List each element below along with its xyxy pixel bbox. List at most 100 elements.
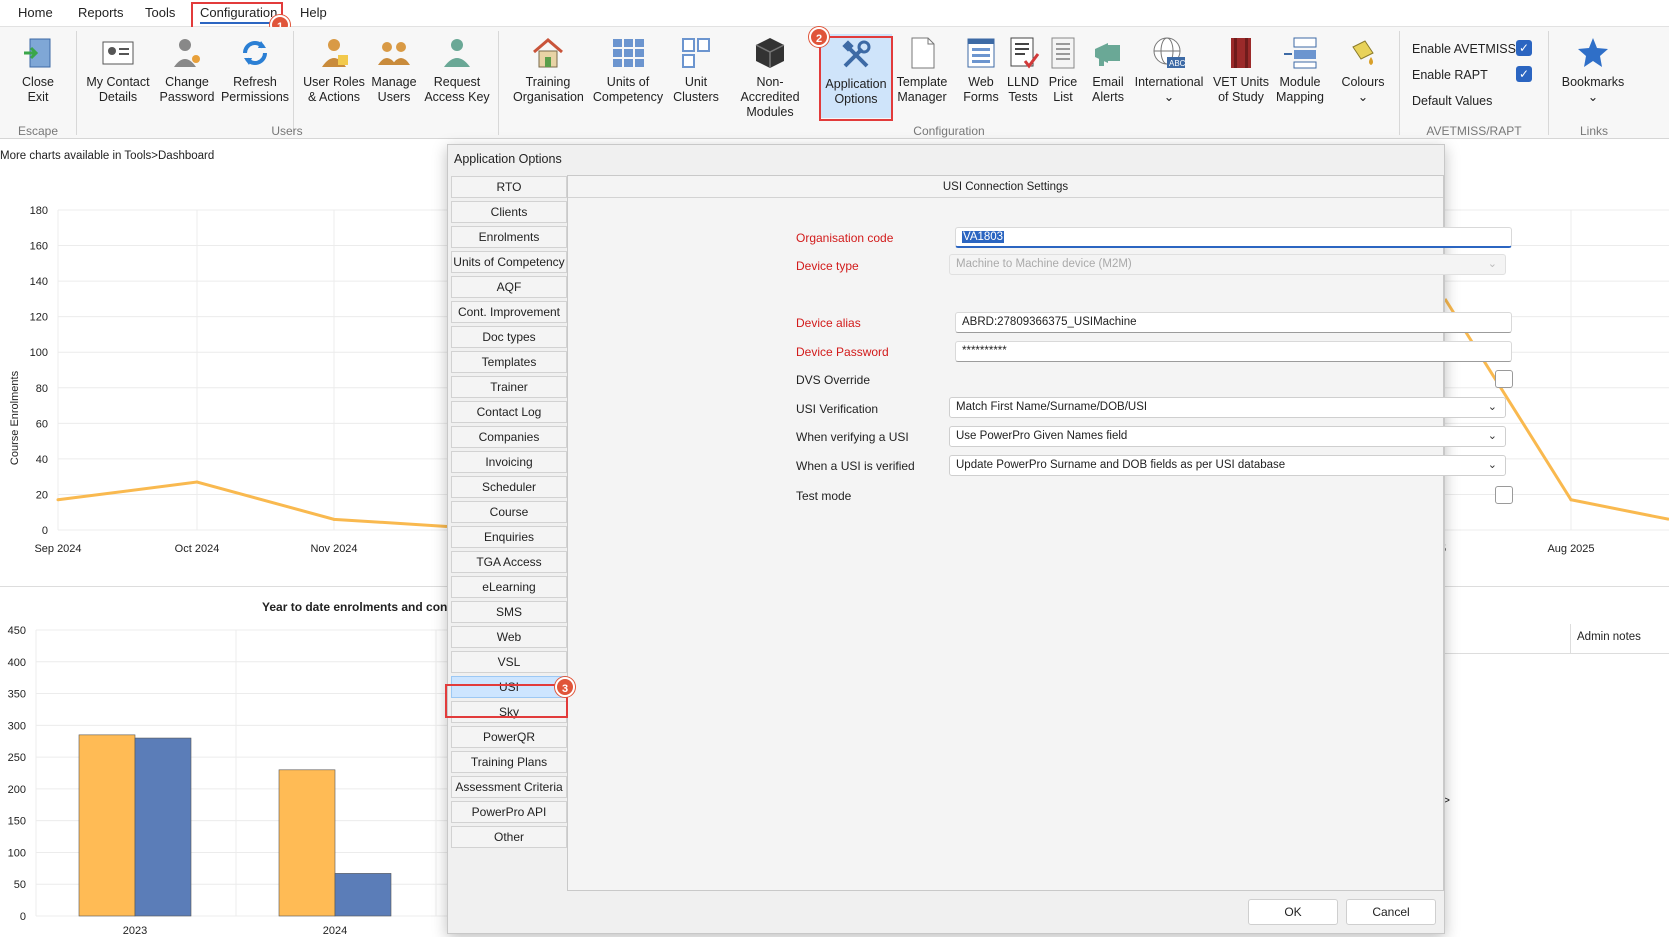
sidebar-item-cont-improvement[interactable]: Cont. Improvement xyxy=(451,301,567,323)
books-icon xyxy=(1223,35,1259,71)
email-alerts-button[interactable]: Email Alerts xyxy=(1083,35,1133,115)
admin-notes-column-header[interactable]: Admin notes xyxy=(1570,624,1669,654)
training-organisation-button[interactable]: Training Organisation xyxy=(513,35,584,115)
sidebar-item-sms[interactable]: SMS xyxy=(451,601,567,623)
llnd-tests-button[interactable]: LLND Tests xyxy=(1000,35,1046,115)
non-accredited-modules-button[interactable]: Non-Accredited Modules xyxy=(727,35,813,119)
sidebar-item-templates[interactable]: Templates xyxy=(451,351,567,373)
sidebar-item-course[interactable]: Course xyxy=(451,501,567,523)
my-contact-label-1: My Contact xyxy=(86,75,150,89)
sidebar-item-aqf[interactable]: AQF xyxy=(451,276,567,298)
sidebar-item-scheduler[interactable]: Scheduler xyxy=(451,476,567,498)
close-exit-label-1: Close xyxy=(22,75,54,89)
enable-avetmiss-checkbox[interactable]: ✓ xyxy=(1516,40,1532,56)
group-separator xyxy=(1399,31,1400,135)
refresh-permissions-label-1: Refresh xyxy=(233,75,277,89)
when-verified-select[interactable]: Update PowerPro Surname and DOB fields a… xyxy=(949,455,1506,476)
sidebar-item-assessment-criteria[interactable]: Assessment Criteria xyxy=(451,776,567,798)
unit-clusters-button[interactable]: Unit Clusters xyxy=(661,35,731,115)
sidebar-item-elearning[interactable]: eLearning xyxy=(451,576,567,598)
template-manager-label-1: Template xyxy=(896,75,948,89)
menu-home[interactable]: Home xyxy=(18,5,53,20)
dvs-override-checkbox[interactable] xyxy=(1495,370,1513,388)
colours-button[interactable]: Colours ⌄ xyxy=(1328,35,1398,115)
cube-icon xyxy=(752,35,788,71)
price-list-button[interactable]: Price List xyxy=(1042,35,1084,115)
sidebar-item-vsl[interactable]: VSL xyxy=(451,651,567,673)
my-contact-details-button[interactable]: My Contact Details xyxy=(82,35,154,115)
request-access-label-2: Access Key xyxy=(424,90,490,104)
request-access-key-button[interactable]: Request Access Key xyxy=(421,35,493,115)
chevron-down-icon: ⌄ xyxy=(1487,258,1497,270)
sidebar-item-trainer[interactable]: Trainer xyxy=(451,376,567,398)
ok-button[interactable]: OK xyxy=(1248,899,1338,925)
template-manager-label-2: Manager xyxy=(897,90,947,104)
close-exit-button[interactable]: Close Exit xyxy=(3,35,73,115)
enable-avetmiss-label: Enable AVETMISS xyxy=(1412,42,1516,56)
sidebar-item-clients[interactable]: Clients xyxy=(451,201,567,223)
non-accredited-label-2: Modules xyxy=(746,105,794,119)
sidebar-item-training-plans[interactable]: Training Plans xyxy=(451,751,567,773)
international-button[interactable]: ABC International ⌄ xyxy=(1131,35,1207,115)
manage-users-button[interactable]: Manage Users xyxy=(359,35,429,115)
device-alias-value: ABRD:27809366375_USIMachine xyxy=(962,316,1137,328)
default-values-button[interactable]: Default Values xyxy=(1412,94,1492,108)
device-type-select[interactable]: Machine to Machine device (M2M) ⌄ xyxy=(949,254,1506,275)
dialog-title: Application Options xyxy=(454,152,562,166)
vet-units-of-study-button[interactable]: VET Units of Study xyxy=(1209,35,1273,115)
sidebar-item-invoicing[interactable]: Invoicing xyxy=(451,451,567,473)
organisation-code-label: Organisation code xyxy=(796,231,894,245)
globe-abc-icon: ABC xyxy=(1151,35,1187,71)
sidebar-item-powerpro-api[interactable]: PowerPro API xyxy=(451,801,567,823)
change-password-button[interactable]: Change Password xyxy=(152,35,222,115)
sidebar-item-rto[interactable]: RTO xyxy=(451,176,567,198)
users-group-icon xyxy=(376,35,412,71)
refresh-permissions-button[interactable]: Refresh Permissions xyxy=(220,35,290,115)
x-tick-label: 2023 xyxy=(123,925,147,937)
cancel-button[interactable]: Cancel xyxy=(1346,899,1436,925)
menu-reports[interactable]: Reports xyxy=(78,5,124,20)
organisation-code-input[interactable]: VA1803 xyxy=(955,227,1512,248)
svg-text:ABC: ABC xyxy=(1169,59,1186,68)
enable-rapt-checkbox[interactable]: ✓ xyxy=(1516,66,1532,82)
sidebar-item-enquiries[interactable]: Enquiries xyxy=(451,526,567,548)
test-mode-checkbox[interactable] xyxy=(1495,486,1513,504)
usi-verification-select[interactable]: Match First Name/Surname/DOB/USI ⌄ xyxy=(949,397,1506,418)
sidebar-item-other[interactable]: Other xyxy=(451,826,567,848)
grid-blocks-icon xyxy=(610,35,646,71)
bookmarks-chevron-down-icon: ⌄ xyxy=(1587,90,1599,104)
template-manager-button[interactable]: Template Manager xyxy=(887,35,957,115)
web-forms-button[interactable]: Web Forms xyxy=(958,35,1004,115)
vet-units-label-1: VET Units xyxy=(1212,75,1270,89)
training-org-label-2: Organisation xyxy=(513,90,584,104)
sidebar-item-powerqr[interactable]: PowerQR xyxy=(451,726,567,748)
device-type-value: Machine to Machine device (M2M) xyxy=(956,258,1132,270)
international-chevron-down-icon: ⌄ xyxy=(1163,90,1175,104)
y-tick-label: 0 xyxy=(42,525,48,537)
when-verifying-value: Use PowerPro Given Names field xyxy=(956,430,1128,442)
when-verifying-select[interactable]: Use PowerPro Given Names field ⌄ xyxy=(949,426,1506,447)
line-series-left xyxy=(57,480,448,528)
sidebar-item-doc-types[interactable]: Doc types xyxy=(451,326,567,348)
menu-tools[interactable]: Tools xyxy=(145,5,175,20)
house-icon xyxy=(530,35,566,71)
bar xyxy=(334,873,392,917)
sidebar-item-tga-access[interactable]: TGA Access xyxy=(451,551,567,573)
sidebar-item-web[interactable]: Web xyxy=(451,626,567,648)
manage-users-label-1: Manage xyxy=(371,75,417,89)
bookmarks-button[interactable]: Bookmarks ⌄ xyxy=(1555,35,1631,115)
sidebar-item-companies[interactable]: Companies xyxy=(451,426,567,448)
module-mapping-button[interactable]: Module Mapping xyxy=(1265,35,1335,115)
module-mapping-label-1: Module xyxy=(1279,75,1321,89)
device-alias-input[interactable]: ABRD:27809366375_USIMachine xyxy=(955,312,1512,333)
bar-chart: 450 400 350 300 250 200 150 100 50 0 2023 2024 xyxy=(8,625,447,937)
sidebar-item-enrolments[interactable]: Enrolments xyxy=(451,226,567,248)
sidebar-item-units-of-competency[interactable]: Units of Competency xyxy=(451,251,567,273)
device-password-input[interactable]: ********** xyxy=(955,341,1512,362)
module-mapping-label-2: Mapping xyxy=(1276,90,1324,104)
group-label-users: Users xyxy=(271,124,303,138)
sidebar-item-contact-log[interactable]: Contact Log xyxy=(451,401,567,423)
menu-help[interactable]: Help xyxy=(300,5,327,20)
units-of-competency-button[interactable]: Units of Competency xyxy=(592,35,664,115)
organisation-code-value: VA1803 xyxy=(962,231,1005,243)
